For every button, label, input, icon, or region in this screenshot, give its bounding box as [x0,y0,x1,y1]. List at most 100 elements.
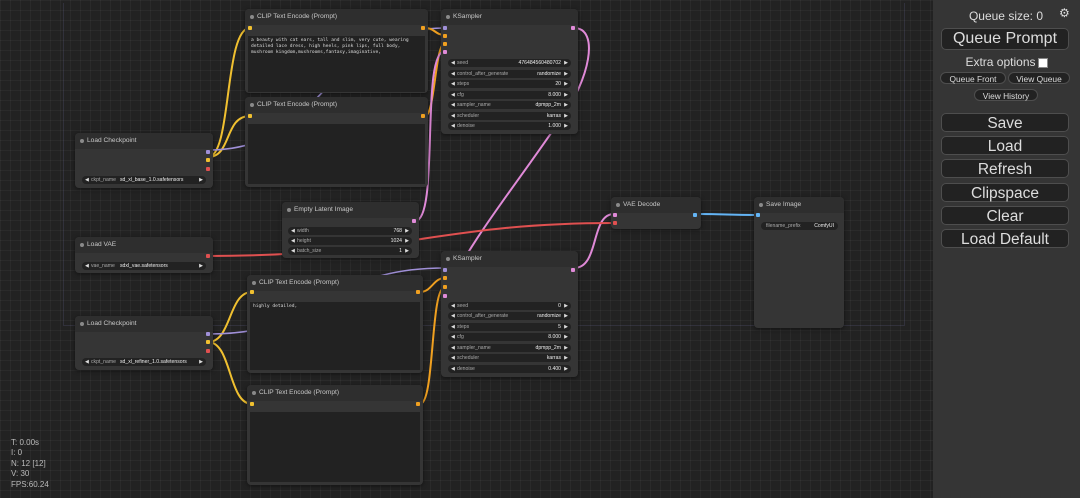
clip-output-slot[interactable] [206,158,210,162]
conditioning-output-slot[interactable] [416,290,420,294]
seed-widget[interactable]: ◀ seed 476484560480702 ▶ [448,59,571,67]
latent-input-slot[interactable] [443,50,447,54]
clear-button[interactable]: Clear [941,206,1069,225]
stat-time: T: 0.00s [11,438,40,447]
clip-input-slot[interactable] [248,26,252,30]
scheduler-widget[interactable]: ◀ scheduler karras ▶ [448,112,571,120]
model-input-slot[interactable] [443,268,447,272]
prompt-textarea[interactable]: a beauty with cat ears, tall and slim, v… [248,36,425,92]
height-widget[interactable]: ◀ height 1024 ▶ [288,237,412,245]
latent-output-slot[interactable] [571,26,575,30]
load-checkpoint-node-2[interactable]: Load Checkpoint ◀ ckpt_name sd_xl_refiner_… [75,316,213,370]
ckpt-name-combo[interactable]: ◀ ckpt_name sd_xl_base_1.0.safetensors ▶ [82,176,206,184]
node-title[interactable]: Empty Latent Image [282,202,419,218]
node-title[interactable]: Load Checkpoint [75,316,213,332]
node-title[interactable]: CLIP Text Encode (Prompt) [247,275,423,291]
denoise-widget[interactable]: ◀ denoise 0.400 ▶ [448,365,571,373]
steps-widget[interactable]: ◀ steps 20 ▶ [448,80,571,88]
images-input-slot[interactable] [756,213,760,217]
prompt-textarea[interactable]: highly detailed, [250,302,420,370]
node-title[interactable]: VAE Decode [611,197,701,213]
extra-options-row: Extra options [933,55,1080,69]
clip-output-slot[interactable] [206,340,210,344]
clip-input-slot[interactable] [250,290,254,294]
graph-canvas[interactable]: CLIP Text Encode (Prompt) a beauty with … [0,0,933,498]
stat-vertices: V: 30 [11,469,30,479]
clip-text-encode-node-4[interactable]: CLIP Text Encode (Prompt) [247,385,423,485]
control-after-generate-widget[interactable]: ◀ control_after_generate randomize ▶ [448,312,571,320]
negative-input-slot[interactable] [443,42,447,46]
load-vae-node[interactable]: Load VAE ◀ vae_name sdxl_vae.safetensors ▶ [75,237,213,273]
extra-options-checkbox[interactable] [1037,57,1048,68]
positive-input-slot[interactable] [443,34,447,38]
conditioning-output-slot[interactable] [416,402,420,406]
latent-input-slot[interactable] [443,294,447,298]
load-default-button[interactable]: Load Default [941,229,1069,248]
latent-output-slot[interactable] [412,219,416,223]
node-title[interactable]: CLIP Text Encode (Prompt) [245,9,428,25]
render-stats: T: 0.00s I: 0 N: 12 [12] V: 30 FPS:60.24 [11,438,49,490]
node-title[interactable]: CLIP Text Encode (Prompt) [245,97,428,113]
width-widget[interactable]: ◀ width 768 ▶ [288,227,412,235]
samples-input-slot[interactable] [613,213,617,217]
vae-output-slot[interactable] [206,349,210,353]
model-output-slot[interactable] [206,150,210,154]
load-button[interactable]: Load [941,136,1069,155]
queue-size-label: Queue size: 0 [968,9,1043,23]
latent-output-slot[interactable] [571,268,575,272]
node-title[interactable]: Load VAE [75,237,213,253]
negative-input-slot[interactable] [443,285,447,289]
ksampler-node-1[interactable]: KSampler ◀ seed 476484560480702 ▶ ◀ control_… [441,9,578,134]
scheduler-widget[interactable]: ◀ scheduler karras ▶ [448,354,571,362]
ckpt-name-combo[interactable]: ◀ ckpt_name sd_xl_refiner_1.0.safetensors ▶ [82,358,206,366]
clip-text-encode-node-3[interactable]: CLIP Text Encode (Prompt) highly detaile… [247,275,423,373]
queue-prompt-button[interactable]: Queue Prompt [941,28,1069,50]
node-title[interactable]: Save Image [754,197,844,213]
conditioning-output-slot[interactable] [421,26,425,30]
model-output-slot[interactable] [206,332,210,336]
view-queue-button[interactable]: View Queue [1008,72,1070,84]
clip-input-slot[interactable] [250,402,254,406]
node-title[interactable]: CLIP Text Encode (Prompt) [247,385,423,401]
prompt-textarea[interactable] [248,124,425,184]
node-title[interactable]: KSampler [441,251,578,267]
empty-latent-image-node[interactable]: Empty Latent Image ◀ width 768 ▶ ◀ height 102… [282,202,419,258]
clipspace-button[interactable]: Clipspace [941,183,1069,202]
stat-fps: FPS:60.24 [11,479,49,489]
node-title[interactable]: Load Checkpoint [75,133,213,149]
load-checkpoint-node-1[interactable]: Load Checkpoint ◀ ckpt_name sd_xl_base_1.0… [75,133,213,188]
image-output-slot[interactable] [693,213,697,217]
vae-name-combo[interactable]: ◀ vae_name sdxl_vae.safetensors ▶ [82,262,206,270]
vae-output-slot[interactable] [206,167,210,171]
cfg-widget[interactable]: ◀ cfg 8.000 ▶ [448,333,571,341]
vae-decode-node[interactable]: VAE Decode [611,197,701,229]
vae-input-slot[interactable] [613,221,617,225]
clip-text-encode-node-2[interactable]: CLIP Text Encode (Prompt) [245,97,428,187]
view-history-button[interactable]: View History [974,89,1038,101]
model-input-slot[interactable] [443,26,447,30]
prompt-textarea[interactable] [250,412,420,482]
batch-size-widget[interactable]: ◀ batch_size 1 ▶ [288,247,412,255]
link-clip [207,341,253,405]
positive-input-slot[interactable] [443,276,447,280]
save-image-node[interactable]: Save Image filename_prefix ComfyUI [754,197,844,328]
queue-front-button[interactable]: Queue Front [940,72,1006,84]
denoise-widget[interactable]: ◀ denoise 1.000 ▶ [448,122,571,130]
vae-output-slot[interactable] [206,254,210,258]
sampler-name-widget[interactable]: ◀ sampler_name dpmpp_2m ▶ [448,344,571,352]
steps-widget[interactable]: ◀ steps 5 ▶ [448,323,571,331]
clip-text-encode-node-1[interactable]: CLIP Text Encode (Prompt) a beauty with … [245,9,428,93]
conditioning-output-slot[interactable] [421,114,425,118]
control-after-generate-widget[interactable]: ◀ control_after_generate randomize ▶ [448,70,571,78]
node-title[interactable]: KSampler [441,9,578,25]
ksampler-node-2[interactable]: KSampler ◀ seed 0 ▶ ◀ control_after_generate… [441,251,578,377]
cfg-widget[interactable]: ◀ cfg 8.000 ▶ [448,91,571,99]
sampler-name-widget[interactable]: ◀ sampler_name dpmpp_2m ▶ [448,101,571,109]
filename-prefix-widget[interactable]: filename_prefix ComfyUI [761,222,838,230]
clip-input-slot[interactable] [248,114,252,118]
stat-nodes: N: 12 [12] [11,458,46,468]
settings-gear-icon[interactable]: ⚙ [1059,6,1070,20]
save-button[interactable]: Save [941,113,1069,132]
seed-widget[interactable]: ◀ seed 0 ▶ [448,302,571,310]
refresh-button[interactable]: Refresh [941,159,1069,178]
